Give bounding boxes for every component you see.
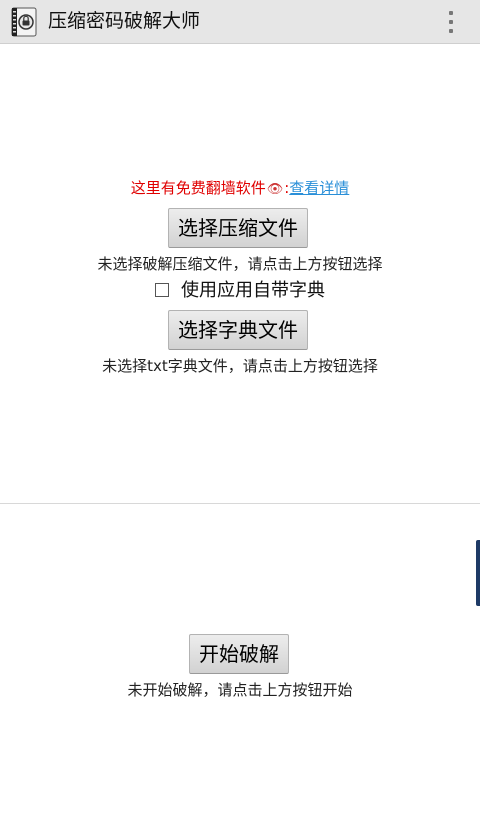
- view-details-link[interactable]: 查看详情: [289, 179, 349, 197]
- builtin-dictionary-label: 使用应用自带字典: [181, 280, 325, 301]
- ad-banner: 这里有免费翻墙软件👁:查看详情: [0, 178, 480, 200]
- archive-status-text: 未选择破解压缩文件，请点击上方按钮选择: [97, 255, 383, 273]
- crack-status-text: 未开始破解，请点击上方按钮开始: [127, 681, 353, 699]
- section-divider: [0, 503, 480, 504]
- builtin-dictionary-checkbox[interactable]: [155, 283, 169, 297]
- edge-handle[interactable]: [476, 540, 480, 606]
- eye-icon: 👁: [266, 182, 284, 197]
- start-crack-button[interactable]: 开始破解: [189, 634, 289, 674]
- ad-text: 这里有免费翻墙软件: [130, 179, 266, 197]
- action-bar: 压缩密码破解大师: [0, 0, 480, 44]
- select-dictionary-button[interactable]: 选择字典文件: [168, 310, 308, 350]
- app-screen: 压缩密码破解大师 这里有免费翻墙软件👁:查看详情 选择压缩文件 未选择破解压缩文…: [0, 0, 480, 829]
- archive-app-icon: [4, 6, 40, 38]
- dictionary-status-text: 未选择txt字典文件，请点击上方按钮选择: [102, 357, 378, 375]
- app-title: 压缩密码破解大师: [48, 10, 201, 32]
- select-archive-button[interactable]: 选择压缩文件: [168, 208, 308, 248]
- overflow-menu-icon[interactable]: [440, 10, 462, 34]
